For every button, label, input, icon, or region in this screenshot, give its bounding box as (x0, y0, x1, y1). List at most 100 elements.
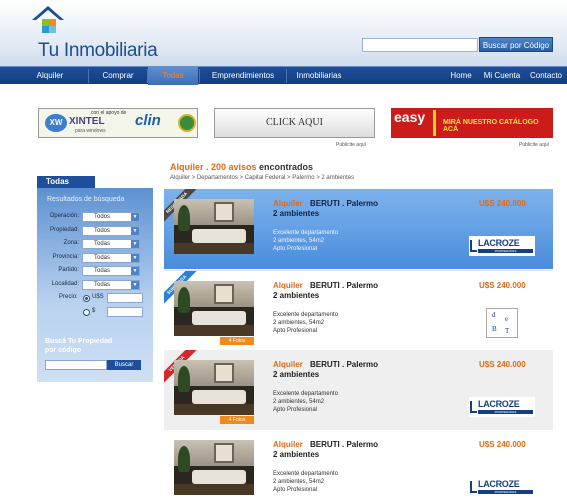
listing-photo[interactable] (174, 199, 254, 254)
agency-logo[interactable]: LACROZE PROPIEDADES (469, 236, 535, 256)
nav-home[interactable]: Home (446, 67, 476, 85)
xw-logo: XW (45, 114, 67, 132)
listing-price: U$S 240.000 (479, 440, 526, 449)
currency-usd-radio[interactable] (83, 295, 90, 302)
price-ars-input[interactable] (107, 307, 143, 317)
seal-icon (178, 114, 196, 132)
breadcrumb: Alquiler > Departamentos > Capital Feder… (170, 175, 355, 181)
listing-operation[interactable]: Alquiler (273, 281, 303, 290)
nav-inmobiliarias[interactable]: Inmobiliarias (290, 67, 348, 85)
filter-zona: Zona: Todas ▼ (37, 239, 153, 249)
filter-partido: Partido: Todas ▼ (37, 266, 153, 276)
chevron-down-icon: ▼ (131, 281, 139, 289)
search-filters-panel: Resultados de búsqueda Operación: Todos ▼… (37, 188, 153, 382)
sidebar-tab: Todas (37, 176, 95, 188)
listing-photo[interactable] (174, 440, 254, 495)
photo-count-badge[interactable]: 4 Fotos (220, 416, 254, 424)
listing-location[interactable]: BERUTI . Palermo (310, 281, 378, 290)
listing-operation[interactable]: Alquiler (273, 360, 303, 369)
nav-comprar[interactable]: Comprar (92, 67, 144, 85)
main-nav: Alquiler Comprar Todas Emprendimientos I… (0, 66, 567, 85)
banner-sub: para windows (75, 128, 106, 134)
listing-photo[interactable] (174, 360, 254, 415)
banner-divider (433, 110, 436, 136)
chevron-down-icon: ▼ (131, 267, 139, 275)
partido-select[interactable]: Todas ▼ (82, 266, 140, 276)
listing-rooms: 2 ambientes (273, 450, 320, 459)
nav-emprendimientos[interactable]: Emprendimientos (203, 67, 283, 85)
listing-description: Excelente departamento 2 ambientes, 54m2 A… (273, 312, 339, 334)
chevron-down-icon: ▼ (131, 240, 139, 248)
chevron-down-icon: ▼ (131, 254, 139, 262)
agency-logo[interactable]: d e B T (486, 308, 518, 338)
listing-location[interactable]: BERUTI . Palermo (310, 199, 378, 208)
filter-provincia: Provincia: Todas ▼ (37, 253, 153, 263)
filter-label: Zona: (63, 240, 79, 246)
nav-divider (199, 69, 200, 83)
listing-location[interactable]: BERUTI . Palermo (310, 360, 378, 369)
code-search-input[interactable] (362, 38, 478, 52)
listing-rooms: 2 ambientes (273, 370, 320, 379)
filter-label: Provincia: (52, 254, 79, 260)
price-label: Precio: (59, 294, 78, 300)
listing-description: Excelente departamento 2 ambientes, 54m2 A… (273, 230, 339, 252)
zona-select[interactable]: Todas ▼ (82, 239, 140, 249)
nav-contacto[interactable]: Contacto (527, 67, 565, 85)
banner-click-aqui[interactable]: CLICK AQUI (214, 108, 375, 138)
banner-easy-cta: MIRÁ NUESTRO CATÁLOGO ACÁ (443, 119, 539, 133)
filter-label: Partido: (58, 267, 79, 273)
results-title-suffix: encontrados (256, 162, 314, 172)
nav-divider (88, 69, 89, 83)
nav-todas[interactable]: Todas (148, 67, 198, 85)
currency-ars-radio[interactable] (83, 309, 90, 316)
provincia-select[interactable]: Todas ▼ (82, 253, 140, 263)
publicite-aqui-link[interactable]: Publicite aquí (336, 142, 366, 148)
banner-xintel-text: XINTEL (69, 116, 105, 127)
filter-label: Operación: (49, 213, 79, 219)
filter-localidad: Localidad: Todas ▼ (37, 280, 153, 290)
nav-mi-cuenta[interactable]: Mi Cuenta (482, 67, 522, 85)
results-count: Alquiler . 200 avisos (170, 162, 257, 172)
listing-operation[interactable]: Alquiler (273, 199, 303, 208)
code-search-submit[interactable]: Buscar (107, 360, 141, 370)
filters-heading: Resultados de búsqueda (47, 196, 125, 203)
code-search-button[interactable]: Buscar por Código (479, 37, 553, 52)
propiedad-select[interactable]: Todos ▼ (82, 226, 140, 236)
listing-card[interactable]: RESERVADA Alquiler BERUTI . Palermo 2 am… (164, 189, 553, 269)
listing-price: U$S 240.000 (479, 360, 526, 369)
site-header: Tu Inmobiliaria Buscar por Código (0, 0, 567, 66)
listing-price: U$S 240.000 (479, 199, 526, 208)
house-logo-icon[interactable] (30, 4, 66, 40)
banner-xintel[interactable]: XW con el apoyo de XINTEL para windows c… (38, 108, 198, 138)
localidad-select[interactable]: Todas ▼ (82, 280, 140, 290)
brand-name[interactable]: Tu Inmobiliaria (38, 40, 158, 62)
listing-description: Excelente departamento 2 ambientes, 54m2 A… (273, 391, 339, 413)
listing-photo[interactable] (174, 281, 254, 336)
banner-easy[interactable]: easy MIRÁ NUESTRO CATÁLOGO ACÁ (391, 108, 553, 138)
listing-operation[interactable]: Alquiler (273, 440, 303, 449)
photo-count-badge[interactable]: 4 Fotos (220, 337, 254, 345)
easy-logo: easy (394, 109, 426, 125)
operacion-select[interactable]: Todos ▼ (82, 212, 140, 222)
listing-price: U$S 240.000 (479, 281, 526, 290)
agency-logo[interactable]: LACROZE PROPIEDADES (469, 477, 535, 497)
chevron-down-icon: ▼ (131, 227, 139, 235)
clin-logo: clin (135, 112, 161, 129)
listing-card[interactable]: VENDIDA 4 Fotos Alquiler BERUTI . Palerm… (164, 350, 553, 430)
currency-usd-label: U$S (92, 294, 104, 300)
code-search-title: Buscá Tu Propiedad por código (45, 338, 113, 354)
agency-logo[interactable]: LACROZE PROPIEDADES (469, 397, 535, 417)
nav-alquiler[interactable]: Alquiler (24, 67, 76, 85)
listing-card[interactable]: SUPERADA 4 Fotos Alquiler BERUTI . Paler… (164, 270, 553, 350)
banner-click-text: CLICK AQUI (266, 117, 323, 128)
listing-location[interactable]: BERUTI . Palermo (310, 440, 378, 449)
price-usd-input[interactable] (107, 293, 143, 303)
listing-rooms: 2 ambientes (273, 291, 320, 300)
filter-label: Propiedad: (49, 227, 79, 233)
publicite-aqui-link[interactable]: Publicite aquí (519, 142, 549, 148)
currency-ars-label: $ (92, 308, 96, 314)
property-code-input[interactable] (45, 360, 107, 370)
nav-divider (286, 69, 287, 83)
listing-card[interactable]: Alquiler BERUTI . Palermo 2 ambientes U$… (164, 430, 553, 500)
filter-propiedad: Propiedad: Todos ▼ (37, 226, 153, 236)
